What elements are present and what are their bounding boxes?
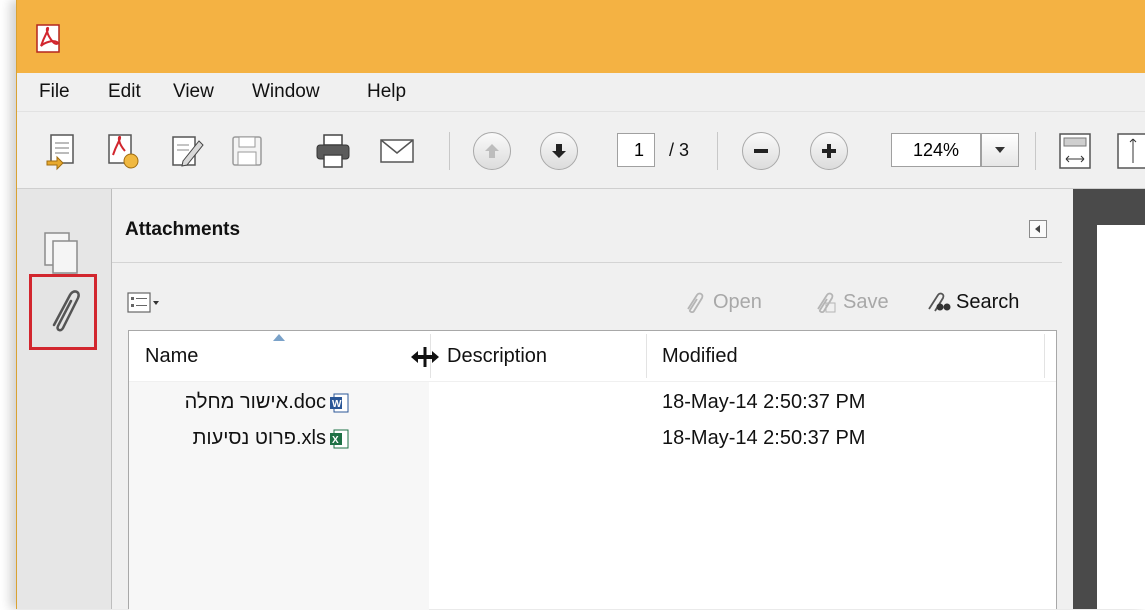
attachments-panel: Attachments Open Save Search Name Descri… [112, 189, 1072, 610]
header-divider [129, 381, 1056, 382]
save-label: Save [843, 290, 889, 313]
zoom-level-input[interactable]: 124% [891, 133, 981, 167]
previous-page-icon [485, 144, 499, 158]
word-doc-icon: W [330, 393, 349, 412]
next-page-button[interactable] [540, 132, 578, 170]
toolbar-separator [1035, 132, 1036, 170]
toolbar: 1 / 3 124% [17, 112, 1145, 189]
attachments-button[interactable] [29, 274, 97, 350]
menu-window[interactable]: Window [250, 81, 322, 103]
zoom-dropdown-button[interactable] [981, 133, 1019, 167]
toolbar-separator [717, 132, 718, 170]
column-separator[interactable] [1044, 334, 1045, 378]
open-label: Open [713, 290, 762, 313]
zoom-out-icon [754, 149, 768, 153]
open-attachment-icon [687, 292, 704, 313]
edit-icon[interactable] [167, 131, 207, 171]
page-total: / 3 [669, 140, 690, 160]
menu-view[interactable]: View [171, 81, 216, 103]
next-page-icon [552, 144, 566, 158]
svg-text:X: X [332, 435, 339, 446]
page-number-input[interactable]: 1 [617, 133, 655, 167]
search-attachments-icon [928, 292, 951, 312]
zoom-out-button[interactable] [742, 132, 780, 170]
menu-bar: File Edit View Window Help [17, 73, 1145, 112]
fit-width-icon[interactable] [1113, 131, 1145, 171]
document-pane[interactable] [1073, 189, 1145, 609]
menu-file[interactable]: File [37, 81, 72, 103]
save-icon[interactable] [227, 131, 267, 171]
chevron-down-icon [995, 147, 1005, 153]
column-header-description[interactable]: Description [447, 331, 547, 381]
email-icon[interactable] [377, 131, 417, 171]
acrobat-window: File Edit View Window Help 1 / 3 124% At… [16, 0, 1145, 610]
svg-text:W: W [332, 399, 342, 410]
sort-ascending-icon [273, 334, 285, 341]
search-label: Search [956, 290, 1020, 313]
table-row-name[interactable]: פרוט נסיעות.xls X [129, 427, 349, 450]
attachments-icon [52, 290, 80, 332]
excel-xls-icon: X [330, 429, 349, 448]
save-attachment-icon [817, 292, 836, 313]
attachments-list: Name Description Modified אישור מחלה.doc… [128, 330, 1057, 610]
fit-page-icon[interactable] [1055, 131, 1095, 171]
description-column-bg [129, 382, 429, 610]
file-modified: 18-May-14 2:50:37 PM [662, 391, 866, 413]
navigation-pane [17, 189, 112, 609]
print-icon[interactable] [313, 131, 353, 171]
collapse-panel-button[interactable] [1029, 220, 1047, 238]
resize-cursor-icon [411, 347, 439, 367]
chevron-left-icon [1035, 225, 1040, 233]
panel-title: Attachments [125, 219, 241, 240]
document-page[interactable] [1097, 225, 1145, 609]
open-attachment-button[interactable]: Open [682, 289, 762, 315]
toolbar-separator [449, 132, 450, 170]
column-header-modified[interactable]: Modified [662, 331, 738, 381]
zoom-in-button[interactable] [810, 132, 848, 170]
column-header-name[interactable]: Name [145, 331, 198, 381]
title-bar [17, 0, 1145, 73]
zoom-in-icon [822, 144, 836, 158]
table-row-name[interactable]: אישור מחלה.doc W [129, 391, 349, 414]
column-separator[interactable] [646, 334, 647, 378]
file-name: פרוט נסיעות.xls [192, 427, 326, 449]
previous-page-button[interactable] [473, 132, 511, 170]
save-attachment-button[interactable]: Save [812, 289, 889, 315]
file-name: אישור מחלה.doc [184, 391, 326, 413]
adobe-reader-icon [36, 24, 60, 53]
list-view-icon [127, 292, 159, 313]
file-modified: 18-May-14 2:50:37 PM [662, 427, 866, 449]
menu-help[interactable]: Help [365, 81, 408, 103]
menu-edit[interactable]: Edit [106, 81, 143, 103]
view-options-button[interactable] [127, 291, 161, 315]
search-attachments-button[interactable]: Search [925, 289, 1019, 315]
panel-divider [112, 262, 1062, 263]
create-pdf-icon[interactable] [43, 131, 83, 171]
open-file-icon[interactable] [103, 131, 143, 171]
